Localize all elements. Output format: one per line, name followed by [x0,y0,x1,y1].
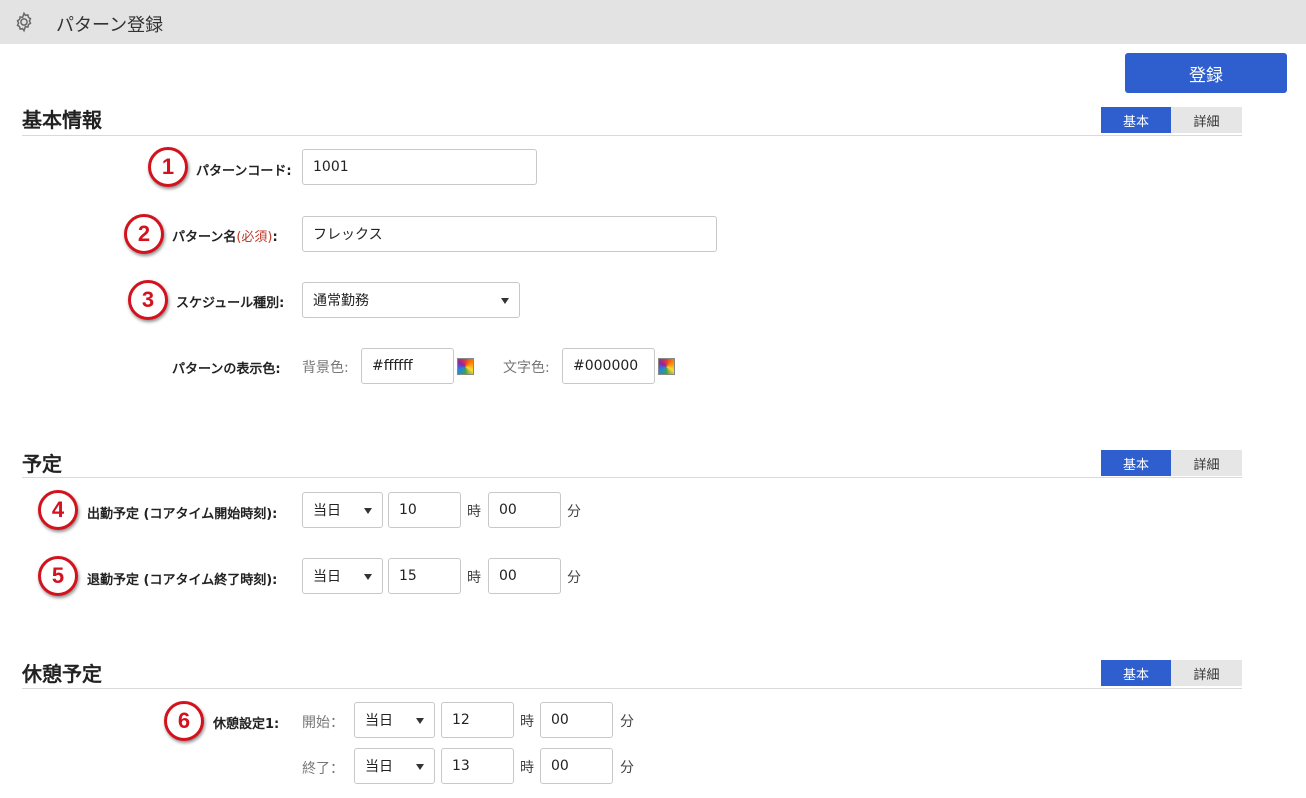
annotation-badge-4: 4 [38,490,78,530]
pattern-code-input[interactable]: 1001 [302,149,537,185]
end-hour-input[interactable]: 15 [388,558,461,594]
start-hour-input[interactable]: 10 [388,492,461,528]
pattern-name-label: パターン名(必須): [172,230,278,245]
pattern-name-input[interactable]: フレックス [302,216,717,252]
annotation-badge-5: 5 [38,556,78,596]
section-title-break: 休憩予定 [22,662,102,686]
hour-unit-label: 時 [467,570,481,586]
toggle-basic-button[interactable]: 基本 [1101,107,1171,133]
break-end-day-select[interactable]: 当日 [354,748,435,784]
color-palette-icon[interactable] [457,358,474,375]
background-color-label: 背景色: [302,360,349,376]
section-divider [22,688,1242,689]
chevron-down-icon [416,718,424,724]
gear-icon [16,11,32,33]
display-color-label: パターンの表示色: [172,362,281,377]
start-day-select[interactable]: 当日 [302,492,383,528]
section-divider [22,135,1242,136]
text-color-input[interactable]: #000000 [562,348,655,384]
schedule-type-select[interactable]: 通常勤務 [302,282,520,318]
start-schedule-label: 出勤予定 (コアタイム開始時刻): [87,507,278,522]
toggle-detail-button[interactable]: 詳細 [1171,450,1242,476]
minute-unit-label: 分 [620,760,634,776]
schedule-type-value: 通常勤務 [313,293,369,309]
minute-unit-label: 分 [620,714,634,730]
register-button[interactable]: 登録 [1125,53,1287,93]
chevron-down-icon [364,508,372,514]
break-start-minute-input[interactable]: 00 [540,702,613,738]
required-marker: (必須) [236,230,273,245]
view-toggle-basic-info: 基本 詳細 [1101,107,1242,133]
break-start-day-select[interactable]: 当日 [354,702,435,738]
color-palette-icon[interactable] [658,358,675,375]
toggle-detail-button[interactable]: 詳細 [1171,107,1242,133]
break-start-hour-input[interactable]: 12 [441,702,514,738]
break-end-day-value: 当日 [365,759,393,775]
hour-unit-label: 時 [520,760,534,776]
toggle-basic-button[interactable]: 基本 [1101,660,1171,686]
section-divider [22,477,1242,478]
start-minute-input[interactable]: 00 [488,492,561,528]
break-start-day-value: 当日 [365,713,393,729]
start-day-value: 当日 [313,503,341,519]
schedule-type-label: スケジュール種別: [176,296,285,311]
hour-unit-label: 時 [520,714,534,730]
chevron-down-icon [364,574,372,580]
break-end-hour-input[interactable]: 13 [441,748,514,784]
section-title-basic-info: 基本情報 [22,108,102,132]
end-minute-input[interactable]: 00 [488,558,561,594]
toggle-detail-button[interactable]: 詳細 [1171,660,1242,686]
hour-unit-label: 時 [467,504,481,520]
chevron-down-icon [501,298,509,304]
toggle-basic-button[interactable]: 基本 [1101,450,1171,476]
background-color-input[interactable]: #ffffff [361,348,454,384]
view-toggle-break: 基本 詳細 [1101,660,1242,686]
break-setting-1-label: 休憩設定1: [213,717,280,732]
chevron-down-icon [416,764,424,770]
annotation-badge-3: 3 [128,280,168,320]
minute-unit-label: 分 [567,504,581,520]
section-title-schedule: 予定 [22,452,62,476]
end-day-value: 当日 [313,569,341,585]
text-color-label: 文字色: [503,360,550,376]
annotation-badge-6: 6 [164,701,204,741]
break-end-minute-input[interactable]: 00 [540,748,613,784]
pattern-code-label: パターンコード: [196,164,292,179]
end-schedule-label: 退勤予定 (コアタイム終了時刻): [87,573,278,588]
annotation-badge-2: 2 [124,214,164,254]
end-day-select[interactable]: 当日 [302,558,383,594]
annotation-badge-1: 1 [148,147,188,187]
break-end-label: 終了： [302,761,344,777]
break-start-label: 開始： [302,715,344,731]
page-title: パターン登録 [56,15,164,36]
title-bar: パターン登録 [0,0,1306,44]
view-toggle-schedule: 基本 詳細 [1101,450,1242,476]
minute-unit-label: 分 [567,570,581,586]
